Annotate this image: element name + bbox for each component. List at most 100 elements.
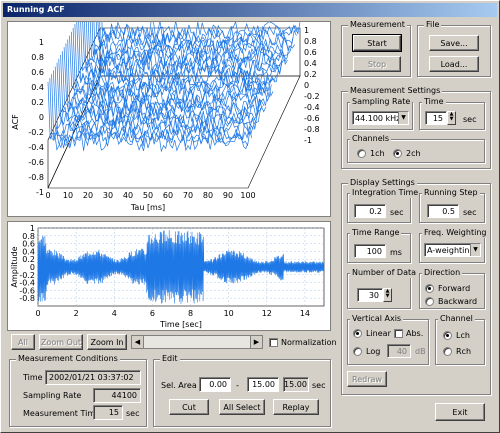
direction-forward-label: Forward bbox=[438, 284, 471, 293]
log-radio[interactable] bbox=[353, 347, 362, 356]
sampling-rate-title: Sampling Rate bbox=[350, 97, 413, 107]
amplitude-plot-panel[interactable]: 1 0.8 0.6 0.4 0.2 0 -0.2 -0.4 -0.6 -0.8 0 2 4 6 8 10 12 1… bbox=[7, 221, 331, 331]
abs-label: Abs. bbox=[406, 329, 424, 338]
amp-x-tick-label: 2 bbox=[74, 309, 79, 318]
acf-x-tick-label: 100 bbox=[240, 191, 255, 200]
stop-button[interactable]: Stop bbox=[353, 56, 401, 72]
acf-x-tick-label: 60 bbox=[163, 191, 173, 200]
cut-button[interactable]: Cut bbox=[169, 399, 209, 415]
log-label: Log bbox=[366, 347, 381, 356]
acf-back-tick-label: -0.4 bbox=[304, 103, 320, 112]
save-button[interactable]: Save... bbox=[429, 35, 479, 51]
file-title: File bbox=[424, 20, 442, 30]
number-of-data-spinner-icon[interactable]: ▲ ▼ bbox=[383, 288, 392, 302]
number-of-data-title: Number of Data bbox=[350, 268, 419, 278]
acf-x-axis-label: Tau [ms] bbox=[130, 203, 165, 212]
running-step-unit: sec bbox=[463, 208, 477, 217]
acf-left-tick-label: 0.4 bbox=[31, 83, 44, 92]
freq-weighting-select[interactable]: A-weighting ▼ bbox=[424, 243, 481, 257]
normalization-checkbox[interactable] bbox=[269, 338, 278, 347]
acf-back-tick-label: 0.6 bbox=[304, 48, 317, 57]
acf-trace-line bbox=[83, 4, 285, 76]
acf-back-tick-label: -0.8 bbox=[304, 125, 320, 134]
abs-checkbox[interactable] bbox=[394, 329, 403, 338]
replay-button[interactable]: Replay bbox=[273, 399, 319, 415]
number-of-data-field[interactable]: 30 bbox=[357, 288, 383, 302]
linear-radio[interactable] bbox=[353, 329, 362, 338]
sel-area-end-field[interactable]: 15.00 bbox=[247, 377, 279, 392]
acf-left-tick-label: -0.2 bbox=[28, 128, 44, 137]
sampling-rate-label: Sampling Rate bbox=[23, 391, 82, 400]
channel-1ch-radio[interactable] bbox=[357, 149, 366, 158]
log-db-unit: dB bbox=[415, 347, 426, 356]
acf-back-tick-label: -1 bbox=[304, 136, 312, 145]
time-label: Time bbox=[23, 373, 43, 382]
sel-area-label: Sel. Area bbox=[161, 381, 197, 390]
time-setting-title: Time bbox=[422, 97, 446, 107]
running-step-field[interactable]: 0.5 bbox=[427, 204, 459, 218]
time-setting-unit: sec bbox=[463, 115, 477, 124]
horizontal-scrollbar[interactable]: ◀ ▶ bbox=[131, 335, 263, 349]
acf-left-tick-label: 0.2 bbox=[31, 98, 44, 107]
amp-y-tick-label: -0.8 bbox=[19, 294, 35, 303]
redraw-button[interactable]: Redraw bbox=[347, 371, 387, 387]
sel-area-dash: - bbox=[236, 381, 239, 390]
amp-x-axis-label: Time [sec] bbox=[159, 320, 202, 329]
channels-title: Channels bbox=[350, 134, 392, 144]
acf-left-tick-label: 0 bbox=[39, 113, 44, 122]
scroll-left-icon[interactable]: ◀ bbox=[132, 336, 144, 348]
channel-2ch-radio[interactable] bbox=[393, 149, 402, 158]
lch-radio[interactable] bbox=[443, 331, 452, 340]
acf-x-tick-label: 90 bbox=[223, 191, 233, 200]
sel-area-unit: sec bbox=[312, 381, 326, 390]
acf-x-tick-label: 50 bbox=[143, 191, 153, 200]
exit-button[interactable]: Exit bbox=[435, 403, 485, 421]
acf-back-tick-label: 1 bbox=[304, 26, 309, 35]
sampling-rate-select-value: 44.100 kHz bbox=[355, 114, 401, 123]
time-range-unit: ms bbox=[390, 248, 402, 257]
acf-x-tick-label: 30 bbox=[103, 191, 113, 200]
edit-title: Edit bbox=[160, 354, 180, 364]
start-button[interactable]: Start bbox=[352, 34, 402, 52]
acf-left-tick-label: -1 bbox=[36, 188, 44, 197]
zoom-in-button[interactable]: Zoom In bbox=[87, 334, 127, 350]
scroll-right-icon[interactable]: ▶ bbox=[250, 336, 262, 348]
log-db-field[interactable]: 40 bbox=[387, 344, 411, 358]
channel-2ch-label: 2ch bbox=[406, 149, 421, 158]
amp-x-tick-label: 12 bbox=[262, 309, 272, 318]
acf-left-tick-label: 0.8 bbox=[31, 53, 44, 62]
amplitude-plot[interactable]: 10.80.60.40.20-0.2-0.4-0.6-0.80 2 4 6 8 10 12 1… bbox=[8, 222, 330, 330]
chevron-down-icon[interactable]: ▼ bbox=[470, 244, 480, 256]
chevron-down-icon[interactable]: ▼ bbox=[398, 112, 408, 124]
acf-x-tick-label: 20 bbox=[83, 191, 93, 200]
sel-area-start-field[interactable]: 0.00 bbox=[199, 377, 231, 392]
all-zoom-button[interactable]: All bbox=[11, 334, 35, 350]
channel-title: Channel bbox=[438, 314, 475, 324]
acf-back-tick-label: -0.6 bbox=[304, 114, 320, 123]
vertical-axis-title: Vertical Axis bbox=[350, 314, 404, 324]
direction-backward-radio[interactable] bbox=[425, 297, 434, 306]
rch-radio[interactable] bbox=[443, 347, 452, 356]
integration-time-field[interactable]: 0.2 bbox=[354, 204, 386, 218]
channel-group: Channel bbox=[435, 314, 485, 365]
direction-forward-radio[interactable] bbox=[425, 284, 434, 293]
measurement-time-label: Measurement Time bbox=[23, 409, 101, 418]
running-step-title: Running Step bbox=[422, 188, 480, 198]
acf-x-tick-label: 80 bbox=[203, 191, 213, 200]
sampling-rate-select[interactable]: 44.100 kHz ▼ bbox=[352, 111, 409, 125]
zoom-out-button[interactable]: Zoom Out bbox=[39, 334, 83, 350]
load-button[interactable]: Load... bbox=[429, 56, 479, 72]
measurement-time-value: 15 bbox=[93, 405, 123, 420]
acf-x-tick-label: 70 bbox=[183, 191, 193, 200]
time-spinner-icon[interactable]: ▲ ▼ bbox=[447, 111, 456, 125]
sel-area-total-value: 15.00 bbox=[283, 377, 309, 392]
acf-left-tick-label: 1 bbox=[39, 38, 44, 47]
amp-y-axis-label: Amplitude bbox=[10, 246, 19, 287]
all-select-button[interactable]: All Select bbox=[219, 399, 265, 415]
time-range-field[interactable]: 100 bbox=[354, 244, 386, 258]
amp-x-tick-label: 10 bbox=[224, 309, 234, 318]
time-setting-field[interactable]: 15 bbox=[425, 111, 447, 125]
acf-x-tick-label: 40 bbox=[123, 191, 133, 200]
edit-group: Edit bbox=[153, 354, 331, 427]
acf-back-tick-label: 0.8 bbox=[304, 37, 317, 46]
